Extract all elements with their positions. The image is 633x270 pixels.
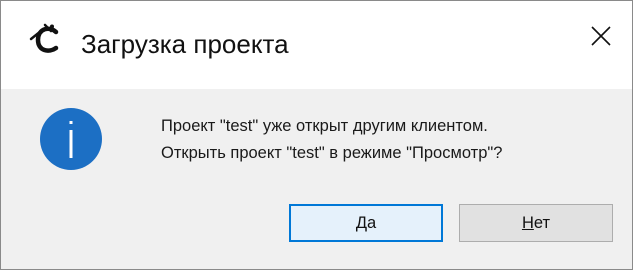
no-mnemonic: Н xyxy=(521,213,534,232)
message-line-2: Открыть проект "test" в режиме "Просмотр… xyxy=(161,144,503,162)
info-icon xyxy=(39,107,103,171)
close-icon xyxy=(590,25,612,52)
message-line-1: Проект "test" уже открыт другим клиентом… xyxy=(161,117,488,135)
no-button[interactable]: Нет xyxy=(459,204,613,242)
message-text: Проект "test" уже открыт другим клиентом… xyxy=(161,113,502,167)
app-logo-icon xyxy=(29,23,63,59)
yes-button[interactable]: Да xyxy=(289,204,443,242)
yes-label-rest: а xyxy=(367,213,377,232)
yes-mnemonic: Д xyxy=(355,213,367,232)
close-button[interactable] xyxy=(578,15,624,61)
dialog-content: Проект "test" уже открыт другим клиентом… xyxy=(1,89,632,269)
title-bar[interactable]: Загрузка проекта xyxy=(1,1,632,89)
window-title: Загрузка проекта xyxy=(81,29,289,59)
no-label-rest: ет xyxy=(533,213,551,232)
dialog-window: Загрузка проекта Проект "test" уже откры… xyxy=(0,0,633,270)
